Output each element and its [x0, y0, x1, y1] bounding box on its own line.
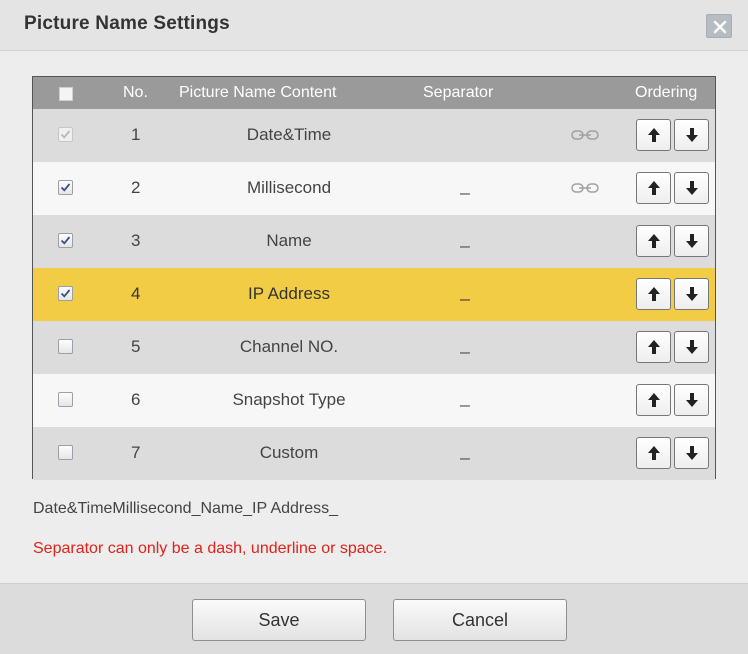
- move-down-button[interactable]: [674, 225, 709, 257]
- row-separator[interactable]: _: [445, 229, 485, 249]
- header-content: Picture Name Content: [179, 84, 337, 101]
- row-separator[interactable]: _: [445, 441, 485, 461]
- ordering-controls: [636, 331, 711, 363]
- arrow-up-icon: [648, 446, 660, 460]
- row-content: IP Address: [248, 284, 330, 303]
- ordering-controls: [636, 437, 711, 469]
- move-up-button[interactable]: [636, 278, 671, 310]
- close-button[interactable]: [706, 14, 732, 38]
- arrow-up-icon: [648, 393, 660, 407]
- arrow-up-icon: [648, 340, 660, 354]
- table-header: No. Picture Name Content Separator Order…: [33, 77, 715, 109]
- row-separator[interactable]: _: [445, 335, 485, 355]
- ordering-controls: [636, 225, 711, 257]
- row-number: 6: [131, 390, 141, 409]
- arrow-up-icon: [648, 181, 660, 195]
- row-checkbox[interactable]: [58, 445, 73, 460]
- picture-name-settings-dialog: Picture Name Settings No. Picture Name C…: [0, 0, 748, 654]
- save-button[interactable]: Save: [192, 599, 366, 641]
- move-up-button[interactable]: [636, 331, 671, 363]
- arrow-up-icon: [648, 287, 660, 301]
- ordering-controls: [636, 278, 711, 310]
- arrow-down-icon: [686, 287, 698, 301]
- ordering-controls: [636, 172, 711, 204]
- arrow-down-icon: [686, 446, 698, 460]
- select-all-checkbox[interactable]: [59, 87, 73, 101]
- move-down-button[interactable]: [674, 278, 709, 310]
- arrow-down-icon: [686, 340, 698, 354]
- move-down-button[interactable]: [674, 119, 709, 151]
- move-down-button[interactable]: [674, 437, 709, 469]
- row-number: 3: [131, 231, 141, 250]
- row-content: Snapshot Type: [232, 390, 346, 409]
- row-checkbox[interactable]: [58, 392, 73, 407]
- row-checkbox[interactable]: [58, 180, 73, 195]
- dialog-footer: Save Cancel: [0, 583, 748, 654]
- table-row[interactable]: 4 IP Address _: [33, 268, 715, 321]
- row-content: Millisecond: [246, 178, 332, 197]
- close-icon: [713, 20, 727, 34]
- table-row[interactable]: 6 Snapshot Type _: [33, 374, 715, 427]
- arrow-up-icon: [648, 128, 660, 142]
- table-row[interactable]: 1 Date&Time: [33, 109, 715, 162]
- arrow-down-icon: [686, 234, 698, 248]
- table-row[interactable]: 2 Millisecond _: [33, 162, 715, 215]
- row-checkbox[interactable]: [58, 286, 73, 301]
- filename-preview: Date&TimeMillisecond_Name_IP Address_: [33, 500, 339, 517]
- row-content: Date&Time: [246, 125, 332, 144]
- move-down-button[interactable]: [674, 384, 709, 416]
- ordering-controls: [636, 119, 711, 151]
- move-up-button[interactable]: [636, 384, 671, 416]
- row-content: Custom: [259, 443, 319, 462]
- dialog-titlebar: Picture Name Settings: [0, 0, 748, 51]
- dialog-title: Picture Name Settings: [24, 13, 230, 34]
- row-checkbox[interactable]: [58, 233, 73, 248]
- table-row[interactable]: 5 Channel NO. _: [33, 321, 715, 374]
- move-up-button[interactable]: [636, 225, 671, 257]
- link-icon: [571, 130, 599, 140]
- table-row[interactable]: 3 Name _: [33, 215, 715, 268]
- row-separator[interactable]: _: [445, 176, 485, 196]
- row-number: 7: [131, 443, 141, 462]
- header-no: No.: [123, 84, 148, 101]
- link-icon: [571, 183, 599, 193]
- arrow-down-icon: [686, 128, 698, 142]
- table-row[interactable]: 7 Custom _: [33, 427, 715, 480]
- row-content: Channel NO.: [239, 337, 339, 356]
- arrow-down-icon: [686, 181, 698, 195]
- row-content: Name: [266, 231, 312, 250]
- row-separator[interactable]: _: [445, 282, 485, 302]
- move-up-button[interactable]: [636, 437, 671, 469]
- row-number: 4: [131, 284, 141, 303]
- row-separator[interactable]: _: [445, 388, 485, 408]
- header-ordering: Ordering: [635, 84, 698, 101]
- arrow-down-icon: [686, 393, 698, 407]
- arrow-up-icon: [648, 234, 660, 248]
- cancel-button[interactable]: Cancel: [393, 599, 567, 641]
- separator-warning: Separator can only be a dash, underline …: [33, 540, 388, 557]
- move-up-button[interactable]: [636, 172, 671, 204]
- picture-name-table: No. Picture Name Content Separator Order…: [32, 76, 716, 480]
- row-checkbox[interactable]: [58, 339, 73, 354]
- ordering-controls: [636, 384, 711, 416]
- row-checkbox: [58, 127, 73, 142]
- row-number: 1: [131, 125, 141, 144]
- move-up-button[interactable]: [636, 119, 671, 151]
- move-down-button[interactable]: [674, 331, 709, 363]
- row-number: 2: [131, 178, 141, 197]
- header-separator: Separator: [423, 84, 494, 101]
- move-down-button[interactable]: [674, 172, 709, 204]
- row-number: 5: [131, 337, 141, 356]
